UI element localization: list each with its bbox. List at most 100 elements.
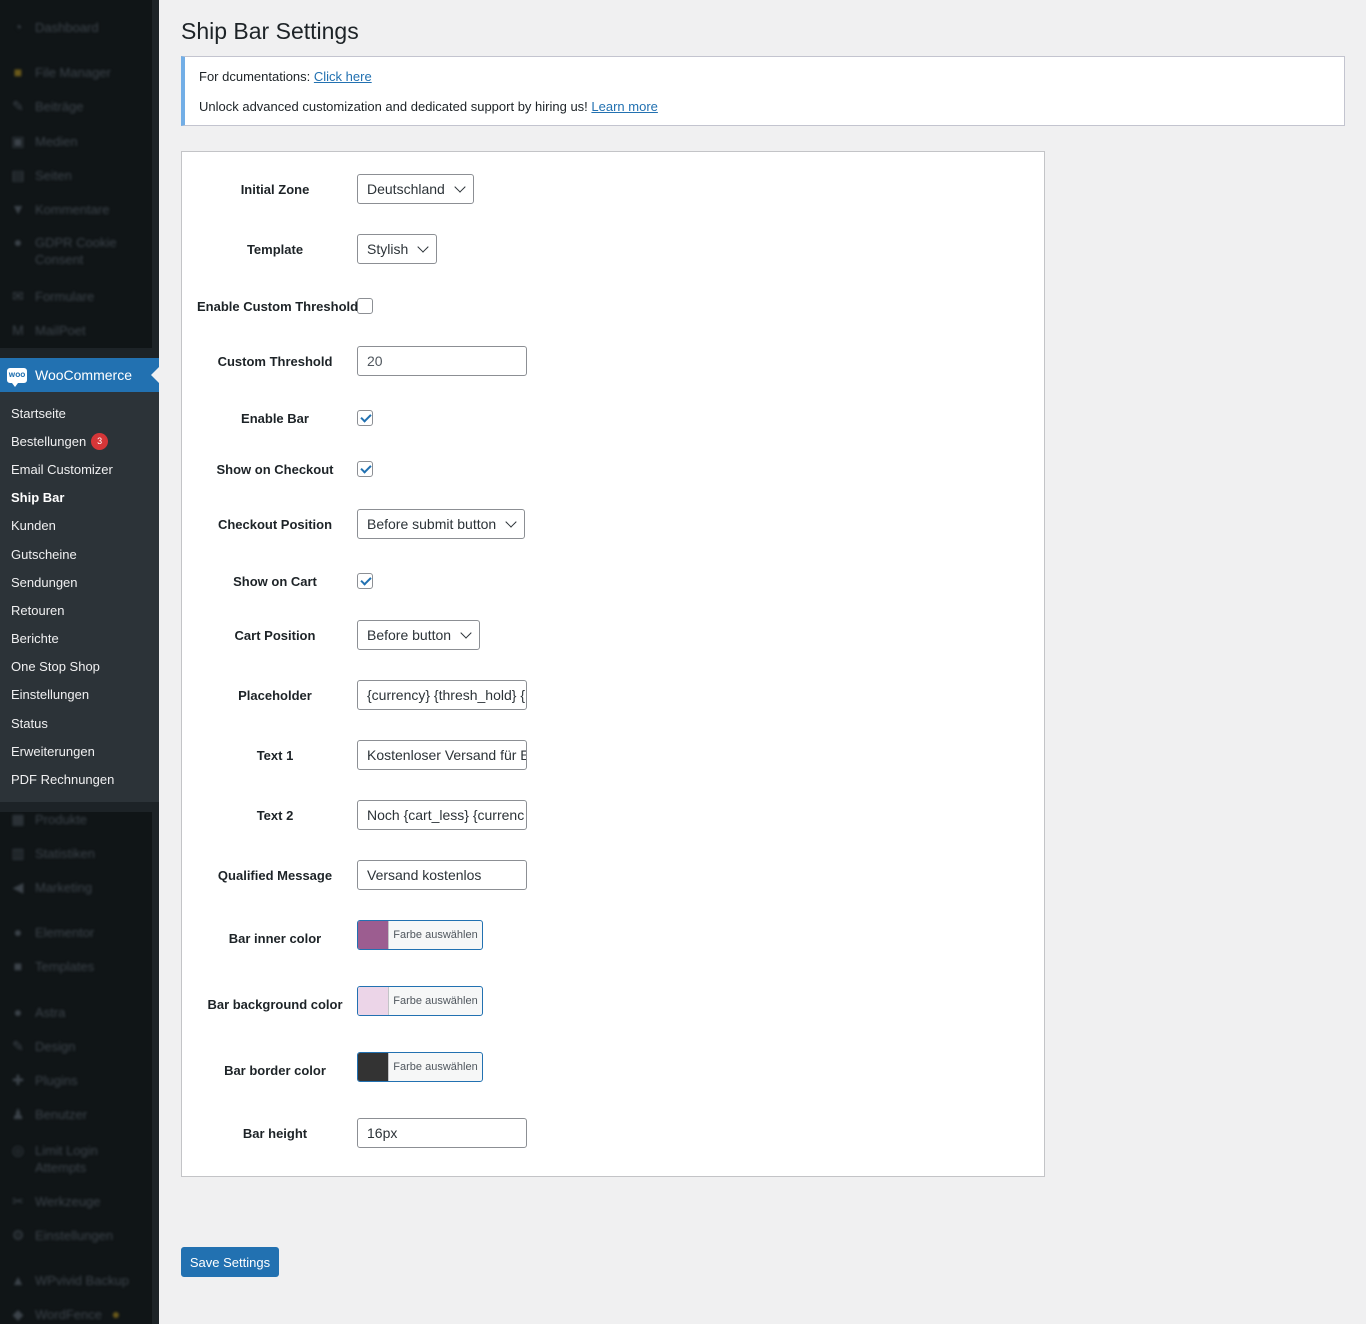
submenu-item-ship-bar[interactable]: Ship Bar [0, 484, 159, 512]
setting-text-1: Text 1 Kostenloser Versand für E [182, 740, 1044, 770]
chevron-down-icon [454, 181, 466, 193]
submenu-item-bestellungen[interactable]: Bestellungen 3 [0, 427, 159, 455]
sidebar-item-astra[interactable]: ● Astra [0, 997, 152, 1027]
save-settings-button[interactable]: Save Settings [181, 1247, 279, 1277]
sidebar-item-produkte[interactable]: ▦ Produkte [0, 804, 152, 834]
notification-dot-icon: ● [111, 1306, 121, 1322]
settings-icon: ⚙ [11, 1226, 25, 1243]
color-swatch [358, 987, 389, 1015]
sidebar-item-design[interactable]: ✎ Design [0, 1031, 152, 1061]
woocommerce-submenu: Startseite Bestellungen 3 Email Customize… [0, 392, 159, 802]
text-1-input[interactable]: Kostenloser Versand für E [357, 740, 527, 770]
submenu-item-kunden[interactable]: Kunden [0, 512, 159, 540]
bar-background-color-picker[interactable]: Farbe auswählen [357, 986, 483, 1016]
sidebar-item-dashboard[interactable]: ◔ Dashboard [0, 12, 152, 42]
info-notice: For dcumentations: Click here Unlock adv… [181, 56, 1345, 126]
enable-custom-threshold-label: Enable Custom Threshold [197, 298, 359, 314]
submenu-item-sendungen[interactable]: Sendungen [0, 568, 159, 596]
sidebar-item-wpvivid[interactable]: ▲ WPvivid Backup [0, 1265, 152, 1295]
bar-border-color-picker[interactable]: Farbe auswählen [357, 1052, 483, 1082]
text-2-input[interactable]: Noch {cart_less} {currenc [357, 800, 527, 830]
submenu-item-einstellungen[interactable]: Einstellungen [0, 681, 159, 709]
submenu-item-gutscheine[interactable]: Gutscheine [0, 540, 159, 568]
sidebar-item-medien[interactable]: ▣ Medien [0, 126, 152, 156]
comment-icon: ▼ [11, 201, 25, 217]
color-swatch [358, 1053, 389, 1081]
qualified-message-label: Qualified Message [217, 867, 333, 883]
submenu-item-berichte[interactable]: Berichte [0, 625, 159, 653]
mail-icon: ✉ [12, 287, 24, 304]
sidebar-item-kommentare[interactable]: ▼ Kommentare [0, 194, 152, 224]
mailpoet-icon: M [12, 322, 24, 338]
setting-cart-position: Cart Position Before button [182, 620, 1044, 650]
setting-bar-inner-color: Bar inner color Farbe auswählen [182, 920, 1044, 950]
cookie-icon: ● [13, 234, 23, 250]
backup-icon: ▲ [11, 1272, 25, 1288]
sidebar-item-seiten[interactable]: ▤ Seiten [0, 160, 152, 190]
doc-notice-line: For dcumentations: Click here [199, 69, 372, 84]
color-swatch [358, 921, 389, 949]
sidebar-item-marketing[interactable]: ◀ Marketing [0, 872, 152, 902]
submenu-item-startseite[interactable]: Startseite [0, 399, 159, 427]
show-on-cart-label: Show on Cart [233, 573, 317, 589]
chart-icon: ▥ [11, 844, 25, 861]
setting-bar-background-color: Bar background color Farbe auswählen [182, 986, 1044, 1016]
custom-threshold-input[interactable]: 20 [357, 346, 527, 376]
setting-show-on-checkout: Show on Checkout [182, 461, 1044, 477]
setting-show-on-cart: Show on Cart [182, 573, 1044, 589]
setting-qualified-message: Qualified Message Versand kostenlos [182, 860, 1044, 890]
admin-sidebar: ◔ Dashboard ■ File Manager ✎ Beiträge ▣ Medi… [0, 0, 159, 1324]
submenu-item-retouren[interactable]: Retouren [0, 596, 159, 624]
text-1-label: Text 1 [256, 747, 294, 763]
submenu-item-status[interactable]: Status [0, 709, 159, 737]
setting-template: Template Stylish [182, 234, 1044, 264]
enable-bar-checkbox[interactable] [357, 410, 373, 426]
plugin-icon: ✚ [12, 1071, 24, 1088]
setting-checkout-position: Checkout Position Before submit button [182, 509, 1044, 539]
sidebar-item-mailpoet[interactable]: M MailPoet [0, 315, 152, 345]
submenu-item-one-stop-shop[interactable]: One Stop Shop [0, 653, 159, 681]
template-label: Template [246, 241, 304, 257]
sidebar-item-limit-login[interactable]: ◎ Limit Login Attempts [0, 1137, 152, 1181]
sidebar-item-label: WooCommerce [35, 367, 132, 383]
initial-zone-select[interactable]: Deutschland [357, 174, 474, 204]
documentation-link[interactable]: Click here [314, 69, 372, 84]
enable-custom-threshold-checkbox[interactable] [357, 298, 373, 314]
hire-notice-line: Unlock advanced customization and dedica… [199, 99, 658, 114]
sidebar-item-woocommerce[interactable]: WOO WooCommerce [0, 358, 159, 392]
folder-icon: ■ [13, 64, 23, 80]
qualified-message-input[interactable]: Versand kostenlos [357, 860, 527, 890]
sidebar-item-benutzer[interactable]: ♟ Benutzer [0, 1099, 152, 1129]
sidebar-item-einstellungen-main[interactable]: ⚙ Einstellungen [0, 1220, 152, 1250]
settings-form: Initial Zone Deutschland Template Stylis… [181, 151, 1045, 1177]
enable-bar-label: Enable Bar [241, 410, 309, 426]
submenu-item-email-customizer[interactable]: Email Customizer [0, 455, 159, 483]
sidebar-item-wordfence[interactable]: ◆ WordFence ● [0, 1299, 152, 1324]
sidebar-item-plugins[interactable]: ✚ Plugins [0, 1065, 152, 1095]
show-on-checkout-checkbox[interactable] [357, 461, 373, 477]
sidebar-item-formulare[interactable]: ✉ Formulare [0, 281, 152, 311]
show-on-cart-checkbox[interactable] [357, 573, 373, 589]
placeholder-input[interactable]: {currency} {thresh_hold} { [357, 680, 527, 710]
bar-inner-color-picker[interactable]: Farbe auswählen [357, 920, 483, 950]
setting-enable-bar: Enable Bar [182, 410, 1044, 426]
sidebar-item-werkzeuge[interactable]: ✂ Werkzeuge [0, 1186, 152, 1216]
show-on-checkout-label: Show on Checkout [216, 461, 334, 477]
sidebar-item-elementor[interactable]: ● Elementor [0, 917, 152, 947]
setting-placeholder: Placeholder {currency} {thresh_hold} { [182, 680, 1044, 710]
bar-height-label: Bar height [242, 1125, 308, 1141]
cart-position-select[interactable]: Before button [357, 620, 481, 650]
bar-height-input[interactable]: 16px [357, 1118, 527, 1148]
sidebar-item-file-manager[interactable]: ■ File Manager [0, 57, 152, 87]
submenu-item-pdf-rechnungen[interactable]: PDF Rechnungen [0, 765, 159, 793]
checkout-position-select[interactable]: Before submit button [357, 509, 526, 539]
template-select[interactable]: Stylish [357, 234, 438, 264]
sidebar-item-templates[interactable]: ■ Templates [0, 951, 152, 981]
sidebar-item-gdpr[interactable]: ● GDPR Cookie Consent [0, 229, 152, 273]
sidebar-item-beitraege[interactable]: ✎ Beiträge [0, 91, 152, 121]
orders-count-badge: 3 [91, 432, 109, 450]
sidebar-item-statistiken[interactable]: ▥ Statistiken [0, 838, 152, 868]
astra-icon: ● [13, 1004, 23, 1020]
submenu-item-erweiterungen[interactable]: Erweiterungen [0, 737, 159, 765]
learn-more-link[interactable]: Learn more [591, 99, 657, 114]
